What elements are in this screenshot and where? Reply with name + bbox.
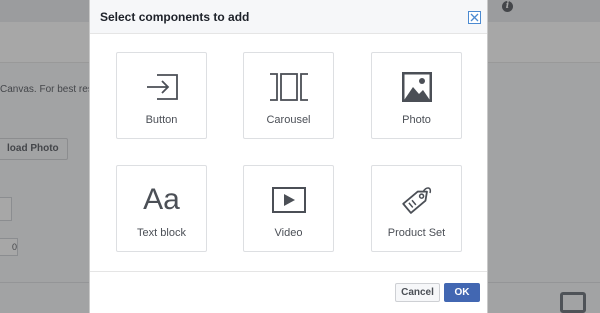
component-product-set-tile[interactable]: Product Set: [371, 165, 462, 252]
component-label: Carousel: [266, 114, 311, 126]
close-icon[interactable]: [468, 11, 481, 24]
text-block-icon: Aa: [117, 183, 206, 217]
component-label: Video: [274, 227, 303, 239]
component-label: Product Set: [387, 227, 446, 239]
button-arrow-icon: [117, 70, 206, 104]
cancel-button[interactable]: Cancel: [395, 283, 440, 302]
photo-icon: [372, 70, 461, 104]
component-label: Photo: [402, 114, 431, 126]
component-text-block-tile[interactable]: Aa Text block: [116, 165, 207, 252]
dialog-title: Select components to add: [100, 10, 250, 24]
dialog-header: Select components to add: [90, 0, 487, 34]
video-icon: [244, 183, 333, 217]
select-components-dialog: Select components to add Button Carousel: [89, 0, 488, 313]
component-label: Text block: [137, 227, 186, 239]
carousel-icon: [244, 70, 333, 104]
component-video-tile[interactable]: Video: [243, 165, 334, 252]
component-photo-tile[interactable]: Photo: [371, 52, 462, 139]
ok-button[interactable]: OK: [444, 283, 480, 302]
text-block-glyph: Aa: [143, 183, 180, 216]
component-button-tile[interactable]: Button: [116, 52, 207, 139]
product-tag-icon: [372, 183, 461, 217]
dialog-footer-divider: [90, 271, 487, 272]
component-carousel-tile[interactable]: Carousel: [243, 52, 334, 139]
component-label: Button: [145, 114, 178, 126]
